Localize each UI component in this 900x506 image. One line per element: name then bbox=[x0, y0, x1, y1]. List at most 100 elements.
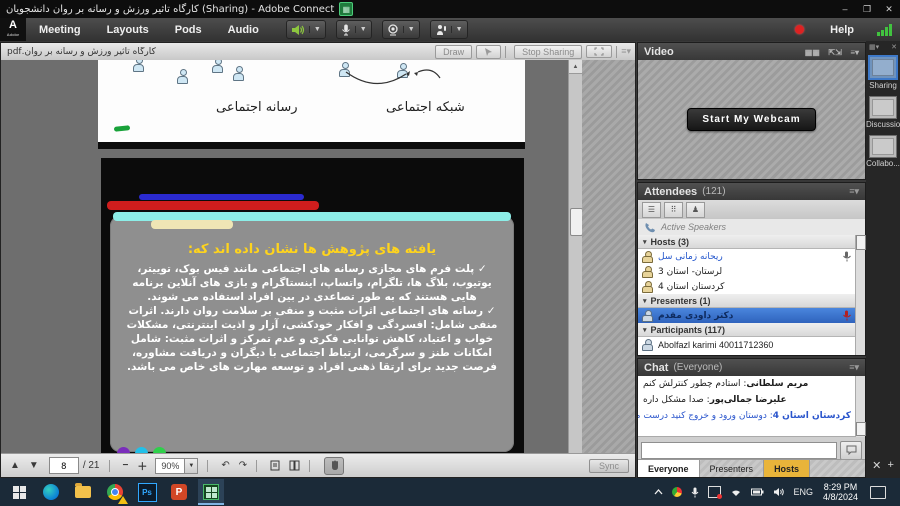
attendees-pod-menu-icon[interactable]: ≡▾ bbox=[849, 186, 859, 197]
menu-layouts[interactable]: Layouts bbox=[94, 18, 162, 41]
page-total-label: / 21 bbox=[83, 460, 100, 471]
connection-signal-icon[interactable] bbox=[876, 24, 892, 36]
start-button[interactable] bbox=[6, 479, 32, 505]
chat-pod-menu-icon[interactable]: ≡▾ bbox=[849, 362, 859, 373]
file-explorer-taskbar-icon[interactable] bbox=[70, 479, 96, 505]
chat-input[interactable] bbox=[641, 442, 837, 459]
share-pod-menu-icon[interactable]: ≡▾ bbox=[621, 46, 631, 57]
list-view-button[interactable]: ☰ bbox=[642, 202, 661, 218]
viewer-scrollbar[interactable]: ▲ bbox=[568, 60, 582, 456]
video-fullscreen-icon[interactable]: ⇱⇲ bbox=[828, 48, 841, 57]
presenters-section-header[interactable]: ▾ Presenters (1) bbox=[638, 294, 856, 308]
webcam-caret-icon[interactable]: ▼ bbox=[403, 26, 415, 33]
layout-discussion-label: Discussion bbox=[866, 120, 900, 129]
action-center-icon[interactable] bbox=[870, 486, 886, 499]
tray-volume-icon[interactable] bbox=[773, 487, 784, 497]
speaker-caret-icon[interactable]: ▼ bbox=[309, 26, 321, 33]
chat-message-2: علیرضا جمالی‌پور: صدا مشکل داره bbox=[643, 395, 851, 405]
tray-expand-chevron-icon[interactable] bbox=[654, 489, 663, 495]
chat-scrollbar[interactable] bbox=[855, 376, 865, 437]
webcam-button[interactable]: ▼ bbox=[382, 20, 420, 39]
photoshop-taskbar-icon[interactable]: Ps bbox=[134, 479, 160, 505]
taskbar-clock[interactable]: 8:29 PM 4/8/2024 bbox=[823, 482, 858, 502]
page-number-input[interactable] bbox=[49, 457, 79, 474]
zoom-caret-icon[interactable]: ▼ bbox=[184, 459, 197, 473]
layout-collaboration-thumbnail[interactable] bbox=[869, 135, 897, 158]
pointer-tool-button[interactable] bbox=[476, 45, 501, 59]
help-menu[interactable]: Help bbox=[830, 24, 854, 36]
stop-sharing-button[interactable]: Stop Sharing bbox=[514, 45, 582, 59]
pod-add-icon[interactable]: + bbox=[887, 459, 893, 472]
speaker-button[interactable]: ▼ bbox=[286, 20, 326, 39]
page-up-button[interactable]: ▲ bbox=[10, 460, 20, 471]
minimize-button[interactable]: – bbox=[834, 0, 856, 18]
chat-send-button[interactable] bbox=[840, 441, 862, 460]
chat-tab-everyone[interactable]: Everyone bbox=[638, 460, 700, 477]
microphone-caret-icon[interactable]: ▼ bbox=[355, 26, 367, 33]
pod-close-icon[interactable]: ✕ bbox=[872, 459, 881, 472]
maximize-button[interactable]: ❐ bbox=[856, 0, 878, 18]
hosts-section-header[interactable]: ▾ Hosts (3) bbox=[638, 235, 856, 249]
document-viewer[interactable]: رسانه اجتماعی شبكه اجتماعی یافته های پژو… bbox=[1, 60, 635, 456]
fit-page-button[interactable] bbox=[270, 460, 280, 471]
sync-button[interactable]: Sync bbox=[589, 459, 629, 473]
layout-discussion-thumbnail[interactable] bbox=[869, 96, 897, 119]
slide-bullets: ✓ پلت فرم های مجازی رسانه های اجتماعی ما… bbox=[120, 262, 504, 374]
chat-tab-presenters[interactable]: Presenters bbox=[700, 460, 765, 477]
fullscreen-button[interactable] bbox=[586, 45, 612, 58]
status-caret-icon[interactable]: ▼ bbox=[451, 26, 463, 33]
chrome-taskbar-icon[interactable] bbox=[102, 479, 128, 505]
close-button[interactable]: ✕ bbox=[878, 0, 900, 18]
tray-wifi-icon[interactable] bbox=[730, 488, 742, 497]
fit-width-button[interactable] bbox=[289, 460, 300, 471]
scroll-up-icon[interactable]: ▲ bbox=[569, 60, 582, 74]
rail-menu-icon[interactable]: ▦▾ bbox=[869, 43, 879, 51]
page-down-button[interactable]: ▼ bbox=[29, 460, 39, 471]
attendee-row-host-1[interactable]: ریحانه زمانی سل bbox=[638, 249, 856, 264]
attendees-scrollbar[interactable] bbox=[855, 235, 865, 355]
layout-sharing-thumbnail[interactable] bbox=[868, 55, 898, 80]
chat-message-3: كردستان استان 4: دوستان ورود و خروج کنید… bbox=[643, 411, 851, 421]
attendee-row-host-3[interactable]: كردستان استان 4 bbox=[638, 279, 856, 294]
webcam-icon bbox=[387, 24, 399, 36]
draw-button[interactable]: Draw bbox=[435, 45, 472, 59]
grid-view-button[interactable]: ⠿ bbox=[664, 202, 683, 218]
adobe-connect-taskbar-icon[interactable] bbox=[198, 479, 224, 505]
pan-hand-tool-button[interactable] bbox=[324, 457, 344, 475]
pointer-icon bbox=[484, 47, 493, 57]
rail-close-icon[interactable]: ✕ bbox=[891, 43, 897, 51]
zoom-in-button[interactable]: ＋ bbox=[137, 458, 147, 473]
status-button[interactable]: ▼ bbox=[430, 20, 468, 39]
status-view-button[interactable]: ♟ bbox=[686, 202, 705, 218]
attendees-count: (121) bbox=[702, 186, 725, 197]
tray-microphone-icon[interactable] bbox=[691, 487, 699, 498]
menu-bar: AAdobe Meeting Layouts Pods Audio ▼ ▼ ▼ … bbox=[0, 18, 900, 41]
attendee-row-presenter[interactable]: دکتر داودی مقدم bbox=[638, 308, 856, 323]
layout-sharing-label: Sharing bbox=[866, 81, 900, 90]
tray-app-icon[interactable] bbox=[672, 487, 682, 497]
window-titlebar: كارگاه تاثير ورزش و رسانه بر روان دانشجو… bbox=[0, 0, 900, 18]
tray-battery-icon[interactable] bbox=[751, 488, 764, 496]
attendee-row-host-2[interactable]: لرستان- استان 3 bbox=[638, 264, 856, 279]
chat-tab-hosts[interactable]: Hosts bbox=[764, 460, 810, 477]
zoom-select[interactable]: 90% ▼ bbox=[155, 458, 198, 474]
powerpoint-taskbar-icon[interactable]: P bbox=[166, 479, 192, 505]
attendee-row-participant[interactable]: Abolfazl karimi 40011712360 bbox=[638, 337, 856, 352]
tray-recorder-icon[interactable] bbox=[708, 486, 721, 498]
participants-section-header[interactable]: ▾ Participants (117) bbox=[638, 323, 856, 337]
menu-meeting[interactable]: Meeting bbox=[26, 18, 94, 41]
zoom-out-button[interactable]: − bbox=[123, 460, 129, 471]
edge-taskbar-icon[interactable] bbox=[38, 479, 64, 505]
start-my-webcam-button[interactable]: Start My Webcam bbox=[687, 108, 815, 131]
menu-audio[interactable]: Audio bbox=[215, 18, 272, 41]
rotate-left-button[interactable]: ↶ bbox=[221, 460, 229, 471]
raise-hand-status-icon bbox=[435, 24, 447, 36]
menu-pods[interactable]: Pods bbox=[162, 18, 215, 41]
microphone-button[interactable]: ▼ bbox=[336, 20, 372, 39]
video-pod-menu-icon[interactable]: ≡▾ bbox=[850, 48, 859, 57]
windows-taskbar: Ps P ENG 8:29 PM 4/8/2024 bbox=[0, 478, 900, 506]
filmstrip-view-icon[interactable]: ▦▦ bbox=[805, 48, 820, 57]
rotate-right-button[interactable]: ↷ bbox=[239, 460, 247, 471]
language-indicator[interactable]: ENG bbox=[793, 487, 813, 497]
collapse-triangle-icon: ▾ bbox=[643, 238, 647, 246]
